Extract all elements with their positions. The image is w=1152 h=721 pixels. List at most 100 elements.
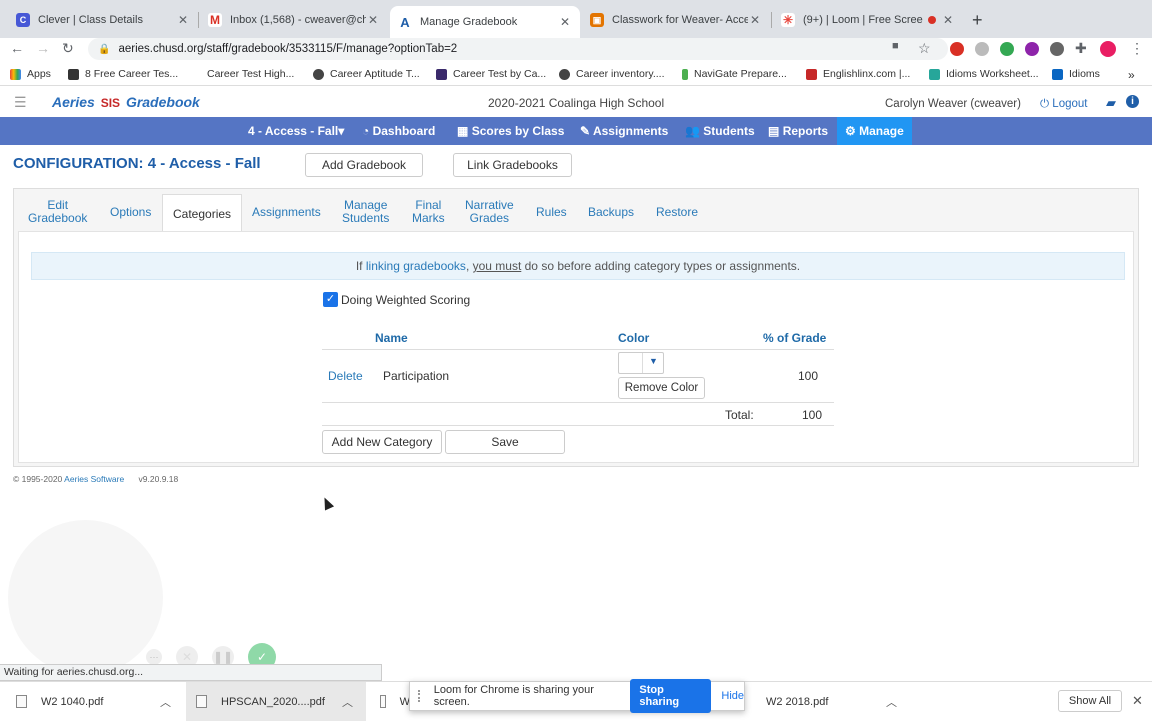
remove-color-button[interactable]: Remove Color bbox=[618, 377, 705, 399]
close-tab-icon[interactable]: ✕ bbox=[558, 15, 572, 29]
book-icon[interactable]: ▰ bbox=[1106, 95, 1116, 111]
bookmarks-bar: Apps 8 Free Career Tes... Career Test Hi… bbox=[0, 64, 1152, 86]
nav-scores-by-class[interactable]: ▦ Scores by Class bbox=[457, 117, 564, 145]
total-value: 100 bbox=[802, 408, 823, 422]
reload-icon[interactable]: ↻ bbox=[62, 40, 74, 57]
close-tab-icon[interactable]: ✕ bbox=[748, 13, 762, 27]
aeries-logo[interactable]: Aeries SIS Gradebook bbox=[52, 94, 200, 110]
close-tab-icon[interactable]: ✕ bbox=[366, 13, 380, 27]
config-tabs: Edit Gradebook Options Categories Assignm… bbox=[14, 189, 1138, 232]
back-arrow-icon[interactable]: ← bbox=[10, 40, 24, 56]
tab-rules[interactable]: Rules bbox=[536, 206, 567, 219]
bookmark-favicon bbox=[68, 68, 79, 80]
bookmark-star-icon[interactable]: ☆ bbox=[918, 40, 931, 57]
nav-assignments[interactable]: ✎ Assignments bbox=[580, 117, 668, 145]
nav-manage[interactable]: ⚙ Manage bbox=[837, 117, 912, 145]
total-divider bbox=[322, 425, 834, 426]
close-downloads-icon[interactable]: ✕ bbox=[1132, 693, 1143, 709]
add-new-category-button[interactable]: Add New Category bbox=[322, 430, 442, 454]
tab-final-marks[interactable]: Final Marks bbox=[412, 199, 445, 225]
linking-gradebooks-link[interactable]: linking gradebooks bbox=[366, 259, 466, 273]
chevron-up-icon[interactable]: ︿ bbox=[886, 694, 897, 710]
tab-clever[interactable]: C Clever | Class Details ✕ bbox=[8, 6, 198, 34]
link-gradebooks-button[interactable]: Link Gradebooks bbox=[453, 153, 572, 177]
drag-handle-icon[interactable] bbox=[418, 690, 424, 702]
tab-gmail[interactable]: M Inbox (1,568) - cweaver@chusd ✕ bbox=[200, 6, 388, 34]
bookmark-item[interactable]: 8 Free Career Tes... bbox=[68, 68, 178, 80]
nav-dashboard[interactable]: ◔ Dashboard bbox=[362, 117, 435, 145]
logout-link[interactable]: ⏻ Logout bbox=[1040, 98, 1087, 111]
stop-sharing-button[interactable]: Stop sharing bbox=[630, 679, 712, 713]
extension-gray-icon[interactable] bbox=[975, 42, 989, 56]
report-icon: ▤ bbox=[768, 124, 780, 138]
address-bar[interactable]: 🔒 aeries.chusd.org/staff/gradebook/35331… bbox=[88, 38, 948, 60]
camera-icon[interactable]: ■ bbox=[892, 40, 899, 52]
bookmark-item[interactable]: Career inventory.... bbox=[559, 68, 665, 80]
tab-label: Gradebook bbox=[28, 211, 88, 225]
more-bookmarks-icon[interactable]: » bbox=[1128, 68, 1135, 82]
download-item[interactable]: W2 2018.pdf ︿ bbox=[742, 682, 912, 721]
nav-gradebook-select[interactable]: 4 - Access - Fall▾ bbox=[248, 117, 344, 145]
tab-classwork[interactable]: ▣ Classwork for Weaver- Access ✕ bbox=[582, 6, 770, 34]
bookmark-item[interactable]: Career Aptitude T... bbox=[313, 68, 420, 80]
bookmark-item[interactable]: NaviGate Prepare... bbox=[682, 68, 787, 80]
url-text: aeries.chusd.org/staff/gradebook/3533115… bbox=[118, 43, 458, 55]
tab-manage-gradebook[interactable]: A Manage Gradebook ✕ bbox=[390, 6, 580, 38]
close-tab-icon[interactable]: ✕ bbox=[176, 13, 190, 27]
nav-label: Scores by Class bbox=[471, 124, 565, 138]
extension-circle-icon[interactable] bbox=[1050, 42, 1064, 56]
delete-category-link[interactable]: Delete bbox=[328, 369, 363, 383]
puzzle-extensions-icon[interactable]: ✚ bbox=[1075, 40, 1087, 57]
nav-students[interactable]: 👥 Students bbox=[685, 117, 755, 145]
tab-narrative-grades[interactable]: Narrative Grades bbox=[465, 199, 514, 225]
bookmark-apps[interactable]: Apps bbox=[10, 68, 51, 80]
tab-categories[interactable]: Categories bbox=[162, 194, 243, 232]
more-options-icon[interactable]: ⋯ bbox=[146, 649, 162, 665]
profile-avatar[interactable] bbox=[1100, 41, 1116, 57]
add-gradebook-button[interactable]: Add Gradebook bbox=[305, 153, 423, 177]
tab-restore[interactable]: Restore bbox=[656, 206, 698, 219]
forward-arrow-icon[interactable]: → bbox=[36, 40, 50, 56]
nav-reports[interactable]: ▤ Reports bbox=[768, 117, 828, 145]
chevron-up-icon[interactable]: ︿ bbox=[160, 694, 171, 710]
notice-text: do so before adding category types or as… bbox=[521, 259, 801, 273]
extension-green-icon[interactable] bbox=[1000, 42, 1014, 56]
tab-backups[interactable]: Backups bbox=[588, 206, 634, 219]
close-tab-icon[interactable]: ✕ bbox=[941, 13, 955, 27]
save-button[interactable]: Save bbox=[445, 430, 565, 454]
bookmark-item[interactable]: Career Test High... bbox=[190, 68, 294, 80]
hide-sharing-button[interactable]: Hide bbox=[721, 690, 744, 702]
extension-purple-icon[interactable] bbox=[1025, 42, 1039, 56]
show-all-downloads-button[interactable]: Show All bbox=[1058, 690, 1122, 712]
download-item[interactable]: W2 1040.pdf ︿ bbox=[16, 682, 186, 721]
status-bar: Waiting for aeries.chusd.org... bbox=[0, 664, 382, 681]
bookmark-favicon bbox=[436, 68, 447, 80]
bookmark-item[interactable]: Idioms Worksheet... bbox=[929, 68, 1039, 80]
download-item[interactable]: HPSCAN_2020....pdf ︿ bbox=[186, 682, 366, 721]
extension-red-icon[interactable] bbox=[950, 42, 964, 56]
color-picker[interactable]: ▼ bbox=[618, 352, 664, 374]
info-icon[interactable]: i bbox=[1126, 95, 1139, 108]
mouse-cursor-icon bbox=[319, 495, 335, 511]
aeries-software-link[interactable]: Aeries Software bbox=[64, 474, 124, 484]
tab-loom[interactable]: ✳ (9+) | Loom | Free Screen & ✕ bbox=[773, 6, 963, 34]
bookmark-item[interactable]: Career Test by Ca... bbox=[436, 68, 546, 80]
new-tab-button[interactable]: + bbox=[972, 10, 983, 31]
hamburger-menu-icon[interactable]: ☰ bbox=[14, 94, 27, 111]
bookmark-label: Career Test by Ca... bbox=[453, 68, 547, 80]
chevron-up-icon[interactable]: ︿ bbox=[342, 694, 353, 710]
loom-camera-bubble[interactable] bbox=[8, 520, 163, 675]
tab-title: Clever | Class Details bbox=[38, 14, 143, 26]
weighted-scoring-checkbox[interactable]: ✓ bbox=[323, 292, 338, 307]
tab-manage-students[interactable]: Manage Students bbox=[342, 199, 389, 225]
menu-kebab-icon[interactable]: ⋮ bbox=[1130, 40, 1144, 57]
download-item[interactable]: W bbox=[380, 682, 410, 721]
tab-edit-gradebook[interactable]: Edit Gradebook bbox=[28, 199, 87, 225]
tab-assignments[interactable]: Assignments bbox=[252, 206, 321, 219]
dashboard-icon: ◔ bbox=[362, 124, 370, 138]
tab-title: Classwork for Weaver- Access bbox=[612, 14, 748, 26]
bookmark-item[interactable]: Idioms bbox=[1052, 68, 1100, 80]
header-divider bbox=[322, 349, 834, 350]
tab-options[interactable]: Options bbox=[110, 206, 151, 219]
bookmark-item[interactable]: Englishlinx.com |... bbox=[806, 68, 910, 80]
